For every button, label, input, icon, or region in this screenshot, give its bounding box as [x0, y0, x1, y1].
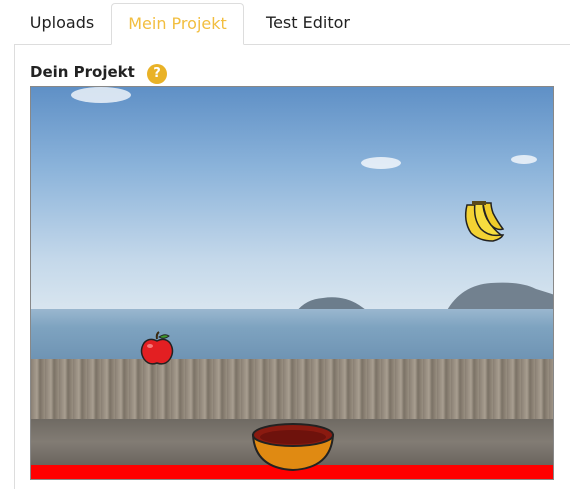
banana-sprite[interactable] — [459, 201, 505, 245]
wooden-deck — [31, 359, 553, 419]
tab-test-editor[interactable]: Test Editor — [248, 3, 368, 43]
cloud — [361, 157, 401, 169]
tab-bar: Uploads Mein Projekt Test Editor — [14, 0, 570, 45]
cloud — [71, 87, 131, 103]
apple-sprite[interactable] — [139, 331, 175, 367]
cloud — [511, 155, 537, 164]
tab-mein-projekt[interactable]: Mein Projekt — [111, 3, 244, 45]
help-icon[interactable]: ? — [147, 64, 167, 84]
bowl-sprite[interactable] — [251, 422, 335, 472]
sea — [31, 309, 553, 361]
project-heading: Dein Projekt — [30, 63, 135, 81]
game-stage[interactable] — [30, 86, 554, 480]
tab-uploads[interactable]: Uploads — [16, 3, 108, 43]
